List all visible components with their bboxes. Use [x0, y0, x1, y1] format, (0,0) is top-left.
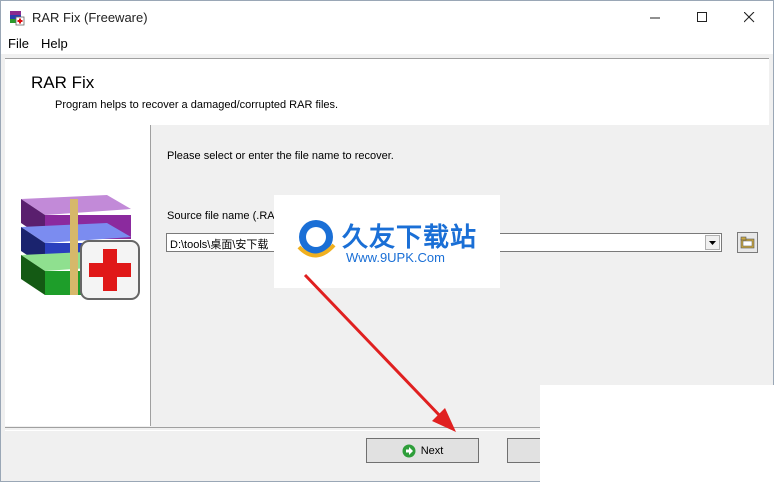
window-title: RAR Fix (Freeware): [32, 10, 148, 25]
title-bar[interactable]: RAR Fix (Freeware): [1, 1, 773, 34]
chevron-down-icon: [709, 240, 716, 245]
watermark-url: Www.9UPK.Com: [346, 250, 445, 265]
wizard-header: RAR Fix Program helps to recover a damag…: [5, 58, 769, 126]
dropdown-arrow-button[interactable]: [705, 235, 720, 250]
minimize-button[interactable]: [632, 1, 679, 34]
site-watermark: 久友下载站 Www.9UPK.Com: [274, 195, 500, 288]
rar-fix-logo-icon: [21, 195, 140, 300]
arrow-right-icon: [402, 444, 416, 457]
source-file-label: Source file name (.RAR: [167, 210, 283, 222]
browse-button[interactable]: [737, 232, 758, 253]
menu-help[interactable]: Help: [41, 36, 68, 51]
page-title: RAR Fix: [31, 73, 95, 92]
instruction-text: Please select or enter the file name to …: [167, 150, 394, 162]
minimize-icon: [650, 17, 660, 19]
menu-file[interactable]: File: [8, 36, 29, 51]
side-banner: [5, 125, 151, 426]
maximize-icon: [697, 12, 707, 22]
watermark-chinese-text: 久友下载站: [342, 223, 478, 253]
white-overlay: [540, 385, 774, 482]
menu-bar: File Help: [1, 34, 773, 54]
close-icon: [744, 12, 755, 23]
watermark-logo-icon: [297, 220, 336, 258]
app-icon: [10, 11, 25, 26]
close-button[interactable]: [726, 1, 773, 34]
source-file-value: D:\tools\桌面\安下载: [170, 239, 269, 251]
page-subtitle: Program helps to recover a damaged/corru…: [55, 99, 339, 111]
next-button[interactable]: Next: [366, 438, 479, 463]
next-button-label: Next: [420, 444, 444, 457]
folder-browse-icon: [740, 236, 755, 249]
maximize-button[interactable]: [679, 1, 726, 34]
